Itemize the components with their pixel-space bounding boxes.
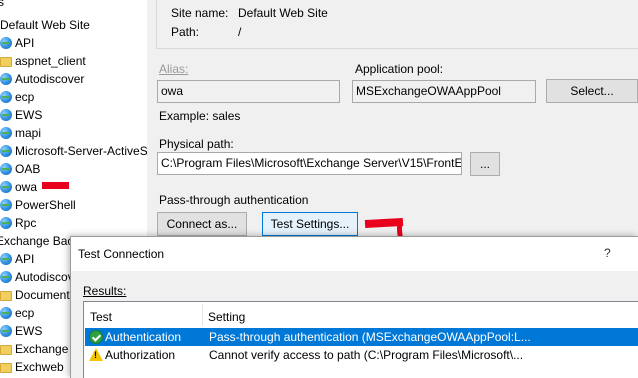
globe-icon <box>0 325 12 337</box>
test-connection-dialog: Test Connection ? Results: Test Setting … <box>70 236 638 378</box>
result-setting: Pass-through authentication (MSExchangeO… <box>209 330 531 344</box>
column-separator[interactable] <box>202 304 203 326</box>
alias-example-text: Example: sales <box>159 109 241 123</box>
tree-item-oab[interactable]: OAB <box>0 160 40 178</box>
result-test-name: Authentication <box>105 330 182 344</box>
globe-icon <box>0 145 12 157</box>
connect-as-button[interactable]: Connect as... <box>157 212 247 236</box>
site-info-box: Site name: Default Web Site Path: / <box>156 0 638 49</box>
browse-path-button[interactable]: ... <box>470 152 500 176</box>
pass-through-auth-label: Pass-through authentication <box>159 193 309 207</box>
tree-item-label: PowerShell <box>15 198 76 212</box>
tree-item-label: API <box>15 252 35 266</box>
select-app-pool-button[interactable]: Select... <box>546 79 638 103</box>
tree-item-api[interactable]: API <box>0 34 34 52</box>
tree-item-label: Documents <box>15 288 76 302</box>
tree-item-label: EWS <box>15 108 43 122</box>
tree-item-label: s <box>0 0 4 9</box>
tree-item-sites[interactable]: s <box>0 0 4 11</box>
application-pool-label: Application pool: <box>355 62 444 76</box>
help-button[interactable]: ? <box>604 246 611 260</box>
warning-icon: ! <box>89 348 103 361</box>
path-value: / <box>238 25 242 39</box>
tree-item-aspnet-client[interactable]: aspnet_client <box>0 52 86 70</box>
globe-icon <box>0 91 12 103</box>
tree-item-exchange[interactable]: Exchange <box>0 340 68 358</box>
tree-item-label: Default Web Site <box>0 18 90 32</box>
tree-item-autodiscover[interactable]: Autodiscover <box>0 70 84 88</box>
dialog-body: Results: Test Setting Authentication Pas… <box>71 271 638 378</box>
globe-icon <box>0 37 12 49</box>
globe-icon <box>0 163 12 175</box>
folder-icon <box>0 57 12 67</box>
alias-label: Alias: <box>159 62 189 76</box>
column-header-setting[interactable]: Setting <box>208 310 245 324</box>
test-settings-button[interactable]: Test Settings... <box>262 212 358 236</box>
tree-item-exchweb[interactable]: Exchweb <box>0 358 64 376</box>
tree-item-ews-backend[interactable]: EWS <box>0 322 42 340</box>
tree-item-powershell[interactable]: PowerShell <box>0 196 76 214</box>
globe-icon <box>0 127 12 139</box>
tree-item-owa[interactable]: owa <box>0 178 37 196</box>
globe-icon <box>0 217 12 229</box>
physical-path-field[interactable]: C:\Program Files\Microsoft\Exchange Serv… <box>157 152 462 175</box>
globe-icon <box>0 199 12 211</box>
site-name-value: Default Web Site <box>238 6 328 20</box>
tree-item-documents[interactable]: Documents <box>0 286 76 304</box>
tree-item-label: Autodiscover <box>15 72 85 86</box>
tree-item-label: EWS <box>15 324 43 338</box>
tree-item-label: aspnet_client <box>15 54 86 68</box>
tree-item-label: Microsoft-Server-ActiveSync <box>15 144 147 158</box>
tree-item-label: owa <box>15 180 38 194</box>
tree-item-label: Exchweb <box>15 360 64 374</box>
tree-item-label: OAB <box>15 162 41 176</box>
tree-item-label: ecp <box>15 306 35 320</box>
folder-icon <box>0 291 12 301</box>
success-check-icon <box>89 330 103 344</box>
globe-icon <box>0 73 12 85</box>
tree-item-api-backend[interactable]: API <box>0 250 34 268</box>
tree-item-activesync[interactable]: Microsoft-Server-ActiveSync <box>0 142 147 160</box>
result-setting: Cannot verify access to path (C:\Program… <box>209 348 524 362</box>
alias-field[interactable]: owa <box>157 80 340 103</box>
tree-item-ecp[interactable]: ecp <box>0 88 34 106</box>
application-pool-field[interactable]: MSExchangeOWAAppPool <box>352 80 536 103</box>
physical-path-label: Physical path: <box>159 137 234 151</box>
result-row-authentication[interactable]: Authentication Pass-through authenticati… <box>85 328 638 346</box>
tree-item-ews[interactable]: EWS <box>0 106 42 124</box>
results-label: Results: <box>83 284 127 298</box>
globe-icon <box>0 271 12 283</box>
result-row-authorization[interactable]: ! Authorization Cannot verify access to … <box>85 346 638 364</box>
tree-item-mapi[interactable]: mapi <box>0 124 41 142</box>
annotation-marker-owa <box>42 182 69 189</box>
globe-icon <box>0 253 12 265</box>
tree-item-label: ecp <box>15 90 35 104</box>
tree-item-label: mapi <box>15 126 42 140</box>
globe-icon <box>0 109 12 121</box>
tree-item-rpc[interactable]: Rpc <box>0 214 36 232</box>
globe-icon <box>0 181 12 193</box>
result-test-name: Authorization <box>105 348 176 362</box>
tree-item-label: API <box>15 36 35 50</box>
globe-icon <box>0 307 12 319</box>
dialog-title: Test Connection <box>78 247 165 261</box>
results-list[interactable]: Test Setting Authentication Pass-through… <box>83 301 638 378</box>
tree-item-label: Exchange <box>15 342 69 356</box>
path-label: Path: <box>171 25 200 39</box>
tree-item-ecp-backend[interactable]: ecp <box>0 304 34 322</box>
column-header-test[interactable]: Test <box>90 310 112 324</box>
tree-item-label: Rpc <box>15 216 37 230</box>
folder-icon <box>0 363 12 373</box>
folder-icon <box>0 345 12 355</box>
tree-item-default-web-site[interactable]: Default Web Site <box>0 16 90 34</box>
site-name-label: Site name: <box>171 6 229 20</box>
